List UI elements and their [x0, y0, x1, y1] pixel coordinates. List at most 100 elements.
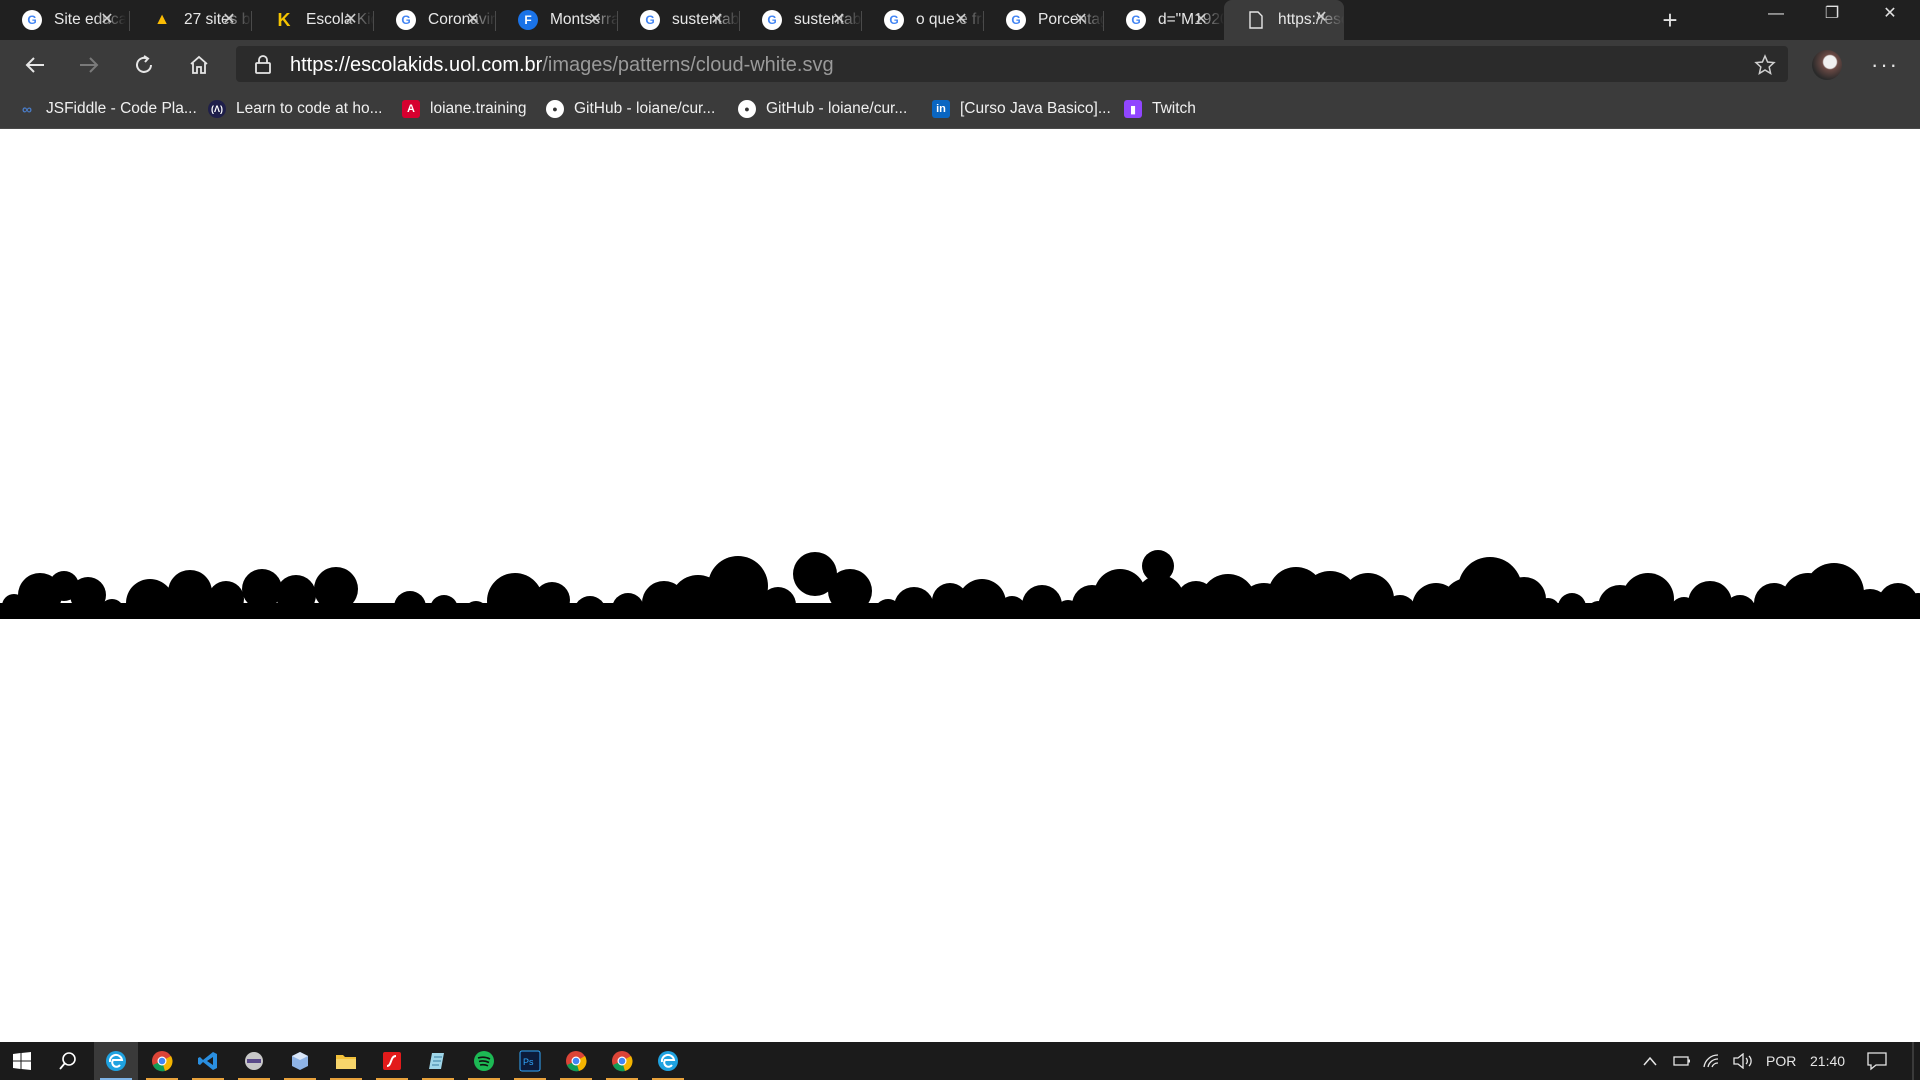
close-tab-icon[interactable]: ✕ — [708, 11, 726, 29]
bookmark-7[interactable]: ▮ Twitch — [1124, 97, 1196, 121]
tab-1[interactable]: GSite educacional✕ — [0, 2, 130, 38]
cloud-puff — [430, 595, 458, 623]
close-tab-icon[interactable]: ✕ — [98, 11, 116, 29]
wifi-icon[interactable] — [1702, 1042, 1722, 1080]
tab-title: sustentabilidade — [672, 11, 740, 28]
tab-6[interactable]: Gsustentabilidade✕ — [618, 2, 740, 38]
github-icon: ● — [546, 100, 564, 118]
drive-icon: ▲ — [154, 11, 170, 28]
show-desktop-button[interactable] — [1912, 1042, 1914, 1080]
app-gray-icon — [243, 1050, 265, 1072]
refresh-button[interactable] — [127, 48, 161, 82]
windows-taskbar: Ps POR 21:40 — [0, 1042, 1920, 1080]
url-host-part: https://escolakids.uol.com.br — [290, 54, 542, 76]
close-tab-icon[interactable]: ✕ — [952, 11, 970, 29]
close-tab-icon[interactable]: ✕ — [1192, 11, 1210, 29]
bookmark-label: JSFiddle - Code Pla... — [46, 100, 197, 117]
address-bar[interactable]: https://escolakids.uol.com.br/images/pat… — [236, 46, 1788, 82]
minimize-button[interactable]: — — [1748, 0, 1804, 30]
close-tab-icon[interactable]: ✕ — [220, 11, 238, 29]
battery-icon[interactable] — [1672, 1042, 1692, 1080]
spotify-taskbar-button[interactable] — [462, 1042, 506, 1080]
close-tab-icon[interactable]: ✕ — [830, 11, 848, 29]
chrome-taskbar-button[interactable] — [140, 1042, 184, 1080]
cloud-puff — [760, 587, 796, 623]
bookmark-label: GitHub - loiane/cur... — [574, 100, 716, 117]
tab-title: Escola Kids — [306, 11, 374, 28]
volume-icon[interactable] — [1732, 1042, 1754, 1080]
bookmark-2[interactable]: (Λ) Learn to code at ho... — [208, 97, 383, 121]
bookmark-5[interactable]: ● GitHub - loiane/cur... — [738, 97, 907, 121]
chrome-taskbar-button[interactable] — [600, 1042, 644, 1080]
close-tab-icon[interactable]: ✕ — [1312, 9, 1330, 27]
google-icon: G — [884, 10, 904, 30]
cloud-puff — [394, 591, 426, 623]
show-hidden-icons-button[interactable] — [1642, 1042, 1658, 1080]
tab-title: Coronavirus — [428, 11, 496, 28]
cloud-puff — [1688, 581, 1732, 625]
google-icon: G — [762, 10, 782, 30]
forward-button[interactable] — [72, 48, 106, 82]
tab-3[interactable]: K Escola Kids✕ — [252, 2, 374, 38]
cloud-puff — [242, 569, 282, 609]
url-text[interactable]: https://escolakids.uol.com.br/images/pat… — [290, 54, 834, 77]
file-explorer-taskbar-button[interactable] — [324, 1042, 368, 1080]
jsfiddle-icon: ∞ — [22, 101, 32, 117]
tab-10[interactable]: Gd="M1920 ✕ — [1104, 2, 1224, 38]
tab-4[interactable]: G Coronavirus✕ — [374, 2, 496, 38]
favorites-bar: ∞ JSFiddle - Code Pla... (Λ) Learn to code … — [0, 90, 1920, 129]
back-button[interactable] — [18, 48, 52, 82]
bookmark-1[interactable]: ∞ JSFiddle - Code Pla... — [18, 97, 197, 121]
restore-button[interactable]: ❐ — [1804, 0, 1860, 30]
profile-button[interactable] — [1810, 48, 1844, 82]
virtualbox-taskbar-button[interactable] — [278, 1042, 322, 1080]
bookmark-label: loiane.training — [430, 100, 527, 117]
edge-taskbar-button[interactable] — [94, 1042, 138, 1080]
page-icon — [1246, 10, 1266, 30]
star-icon[interactable] — [1754, 54, 1776, 76]
clock[interactable]: 21:40 — [1810, 1042, 1845, 1080]
tab-2[interactable]: ▲ 27 sites brasileiros✕ — [130, 2, 252, 38]
tab-5[interactable]: F Montserrat ✕ — [496, 2, 618, 38]
flash-taskbar-button[interactable] — [370, 1042, 414, 1080]
new-tab-button[interactable]: + — [1656, 6, 1684, 34]
start-taskbar-button[interactable] — [0, 1042, 44, 1080]
bookmark-4[interactable]: ● GitHub - loiane/cur... — [546, 97, 715, 121]
chrome-taskbar-button[interactable] — [554, 1042, 598, 1080]
notepad-taskbar-button[interactable] — [416, 1042, 460, 1080]
edge-taskbar-button[interactable] — [646, 1042, 690, 1080]
search-taskbar-button[interactable] — [46, 1042, 90, 1080]
start-icon — [12, 1051, 32, 1071]
more-menu-button[interactable]: ··· — [1868, 48, 1902, 82]
action-center-button[interactable] — [1866, 1042, 1888, 1080]
bookmark-6[interactable]: in [Curso Java Basico]... — [932, 97, 1111, 121]
tab-8[interactable]: Go que e frase✕ — [862, 2, 984, 38]
close-tab-icon[interactable]: ✕ — [342, 11, 360, 29]
close-tab-icon[interactable]: ✕ — [1072, 11, 1090, 29]
linkedin-icon: in — [932, 100, 950, 118]
edge-icon — [105, 1050, 127, 1072]
tab-9[interactable]: G Porcentagem✕ — [984, 2, 1104, 38]
photoshop-taskbar-button[interactable]: Ps — [508, 1042, 552, 1080]
close-tab-icon[interactable]: ✕ — [586, 11, 604, 29]
tab-7[interactable]: Gsustentabilidade✕ — [740, 2, 862, 38]
vscode-taskbar-button[interactable] — [186, 1042, 230, 1080]
app-gray-taskbar-button[interactable] — [232, 1042, 276, 1080]
chrome-icon-2 — [565, 1050, 587, 1072]
close-tab-icon[interactable]: ✕ — [464, 11, 482, 29]
page-viewport — [0, 129, 1920, 1042]
input-language-indicator[interactable]: POR — [1766, 1042, 1796, 1080]
toolbar: https://escolakids.uol.com.br/images/pat… — [0, 40, 1920, 90]
refresh-icon — [136, 55, 152, 73]
close-window-button[interactable]: ✕ — [1862, 0, 1918, 30]
tab-11[interactable]: https://escolakids✕ — [1224, 0, 1344, 40]
bookmark-3[interactable]: Aloiane.training — [402, 97, 527, 121]
url-scheme: https:// — [290, 54, 351, 76]
chevron-up-icon — [1643, 1056, 1657, 1066]
cloud-puff — [208, 581, 244, 617]
tab-title: Montserrat — [550, 11, 618, 28]
lock-icon — [255, 55, 271, 74]
google-icon: G — [22, 10, 42, 30]
home-button[interactable] — [182, 48, 216, 82]
url-host: escolakids.uol.com.br — [350, 54, 543, 76]
